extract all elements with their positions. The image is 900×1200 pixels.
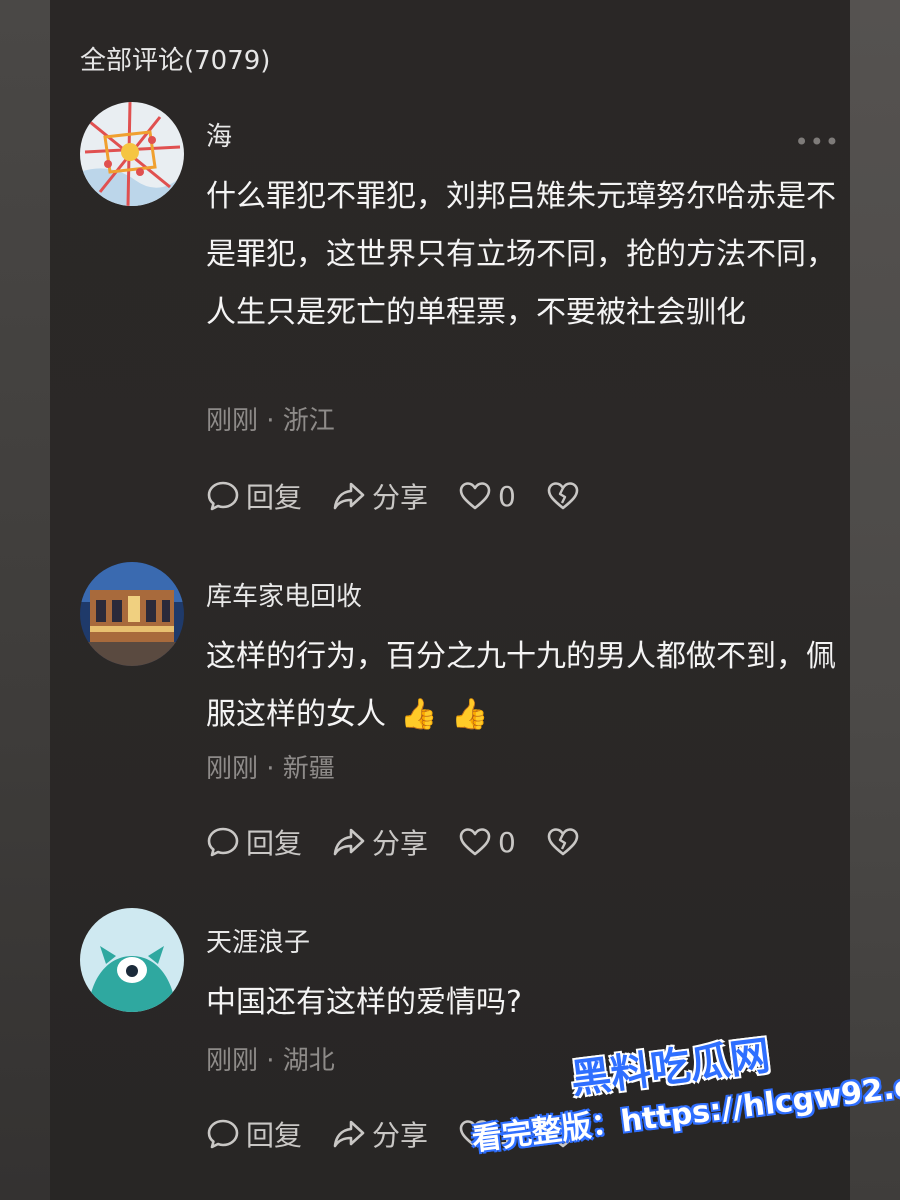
more-dots-icon[interactable]: •••	[795, 130, 840, 154]
comment-meta: 刚刚 · 浙江	[206, 406, 335, 436]
broken-heart-icon	[547, 482, 579, 510]
right-backdrop	[850, 0, 900, 1200]
heart-icon	[459, 828, 491, 856]
like-button[interactable]: 0	[458, 479, 516, 513]
map-avatar-icon	[80, 102, 184, 206]
speech-bubble-icon	[207, 481, 239, 511]
share-label: 分享	[372, 481, 429, 514]
building-avatar-icon	[80, 562, 184, 666]
share-button[interactable]: 分享	[332, 1114, 428, 1154]
comment-actions: 回复 分享 0	[206, 476, 610, 516]
reply-label: 回复	[246, 827, 303, 860]
share-label: 分享	[372, 827, 429, 860]
comments-header-title: 全部评论(7079)	[80, 46, 271, 76]
reply-button[interactable]: 回复	[206, 1114, 302, 1154]
heart-icon	[459, 482, 491, 510]
share-label: 分享	[372, 1119, 429, 1152]
comment-username[interactable]: 海	[206, 116, 232, 153]
comment-text: 什么罪犯不罪犯，刘邦吕雉朱元璋努尔哈赤是不是罪犯，这世界只有立场不同，抢的方法不…	[206, 179, 836, 330]
like-count: 0	[498, 479, 516, 513]
avatar[interactable]	[80, 908, 184, 1012]
comments-panel: 全部评论(7079) 海 ••• 什么罪犯不罪犯，刘邦吕雉朱元璋努尔哈赤是不是罪…	[50, 0, 850, 1200]
comment-text-body: 这样的行为，百分之九十九的男人都做不到，佩服这样的女人	[206, 639, 836, 732]
speech-bubble-icon	[207, 1119, 239, 1149]
share-button[interactable]: 分享	[332, 476, 428, 516]
speech-bubble-icon	[207, 827, 239, 857]
dislike-button[interactable]	[546, 825, 580, 859]
broken-heart-icon	[547, 828, 579, 856]
share-arrow-icon	[333, 828, 365, 856]
comment-meta: 刚刚 · 湖北	[206, 1046, 335, 1076]
comment-actions: 回复 分享 0	[206, 822, 610, 862]
avatar[interactable]	[80, 102, 184, 206]
comment-username[interactable]: 库车家电回收	[206, 576, 362, 613]
share-button[interactable]: 分享	[332, 822, 428, 862]
like-count: 0	[498, 825, 516, 859]
comment-text: 中国还有这样的爱情吗?	[206, 985, 522, 1020]
share-arrow-icon	[333, 482, 365, 510]
comment-username[interactable]: 天涯浪子	[206, 922, 310, 959]
reply-label: 回复	[246, 1119, 303, 1152]
thumbs-up-emoji: 👍	[400, 697, 438, 732]
cartoon-avatar-icon	[80, 908, 184, 1012]
dislike-button[interactable]	[546, 479, 580, 513]
comment-meta: 刚刚 · 新疆	[206, 754, 335, 784]
reply-button[interactable]: 回复	[206, 822, 302, 862]
left-backdrop	[0, 0, 50, 1200]
thumbs-up-emoji: 👍	[451, 697, 489, 732]
comment-text: 这样的行为，百分之九十九的男人都做不到，佩服这样的女人 👍 👍	[206, 628, 836, 744]
like-button[interactable]: 0	[458, 825, 516, 859]
avatar[interactable]	[80, 562, 184, 666]
reply-button[interactable]: 回复	[206, 476, 302, 516]
share-arrow-icon	[333, 1120, 365, 1148]
reply-label: 回复	[246, 481, 303, 514]
